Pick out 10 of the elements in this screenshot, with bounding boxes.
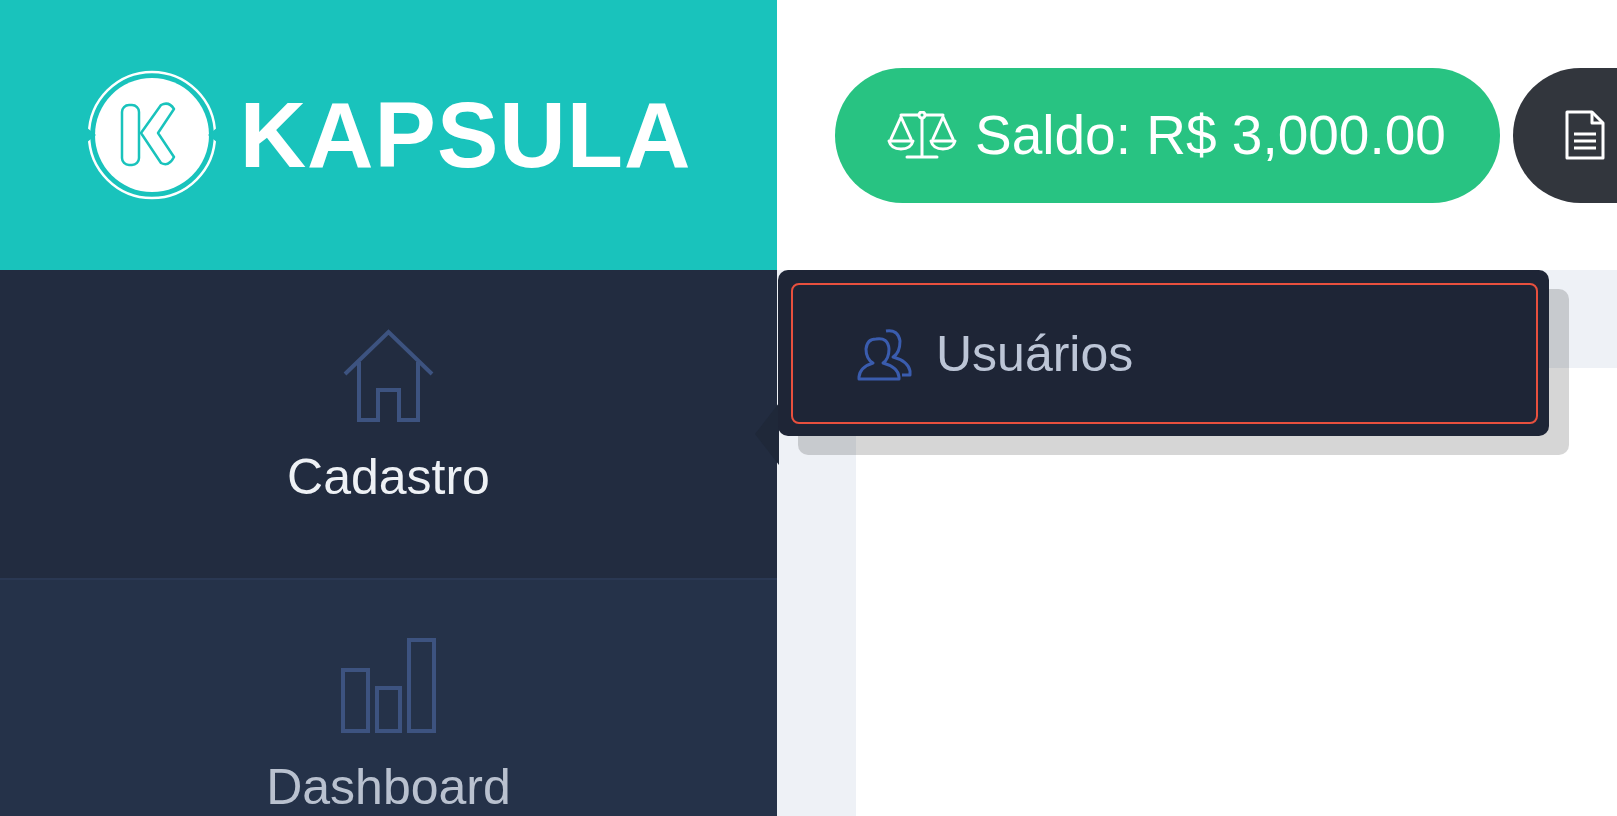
bar-chart-icon (341, 638, 436, 733)
document-button[interactable] (1512, 67, 1617, 203)
document-icon (1564, 110, 1605, 160)
house-icon (341, 328, 436, 423)
logo-mark-icon (85, 69, 218, 201)
menu-item[interactable]: Usuários (791, 283, 1538, 424)
users-icon (856, 326, 912, 381)
sidebar-item[interactable]: Cadastro (0, 270, 777, 580)
balance-scale-icon (887, 111, 957, 159)
brand-name: KAPSULA (239, 89, 692, 181)
